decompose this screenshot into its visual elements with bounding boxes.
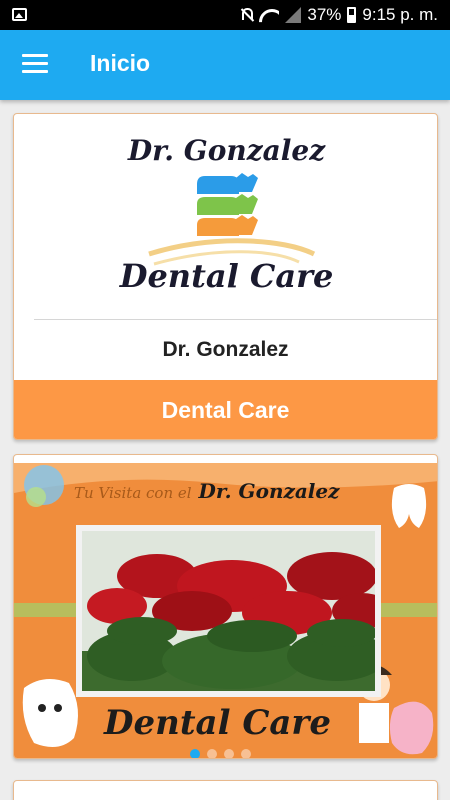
app-bar: Inicio bbox=[0, 30, 450, 100]
carousel-dot[interactable] bbox=[224, 749, 234, 758]
carousel-dot[interactable] bbox=[190, 749, 200, 758]
battery-icon bbox=[347, 7, 357, 23]
carousel-dot[interactable] bbox=[241, 749, 251, 758]
plant-image bbox=[82, 531, 375, 691]
card-title: Dr. Gonzalez bbox=[162, 338, 289, 361]
menu-icon[interactable] bbox=[22, 54, 48, 76]
wifi-icon bbox=[259, 7, 279, 23]
banner-heading-prefix: Tu Visita con el bbox=[74, 484, 192, 502]
next-card[interactable] bbox=[13, 780, 438, 800]
mute-icon bbox=[239, 7, 254, 23]
carousel-dot[interactable] bbox=[207, 749, 217, 758]
clinic-card[interactable]: Dr. Gonzalez Dental Care Dr. Gonzalez De… bbox=[13, 113, 438, 440]
status-bar: 37% 9:15 p. m. bbox=[0, 0, 450, 30]
logo-text-bottom: Dental Care bbox=[119, 257, 334, 295]
clock: 9:15 p. m. bbox=[362, 5, 438, 24]
poinsettia-photo bbox=[76, 525, 381, 697]
battery-percent: 37% bbox=[307, 5, 342, 24]
page-title: Inicio bbox=[90, 50, 151, 76]
clinic-logo: Dr. Gonzalez Dental Care bbox=[14, 114, 437, 319]
banner-footer-text: Dental Care bbox=[104, 703, 331, 743]
promo-carousel-card[interactable]: Tu Visita con el Dr. Gonzalez Dental Car… bbox=[13, 454, 438, 759]
banner-heading-name: Dr. Gonzalez bbox=[198, 479, 340, 503]
divider bbox=[34, 319, 437, 320]
banner-heading: Tu Visita con el Dr. Gonzalez bbox=[74, 479, 339, 503]
carousel-indicators bbox=[190, 749, 251, 758]
card-footer-button[interactable]: Dental Care bbox=[14, 380, 437, 439]
gallery-icon bbox=[12, 8, 27, 21]
signal-icon bbox=[285, 7, 302, 23]
carousel-slide[interactable]: Tu Visita con el Dr. Gonzalez Dental Car… bbox=[14, 463, 437, 758]
